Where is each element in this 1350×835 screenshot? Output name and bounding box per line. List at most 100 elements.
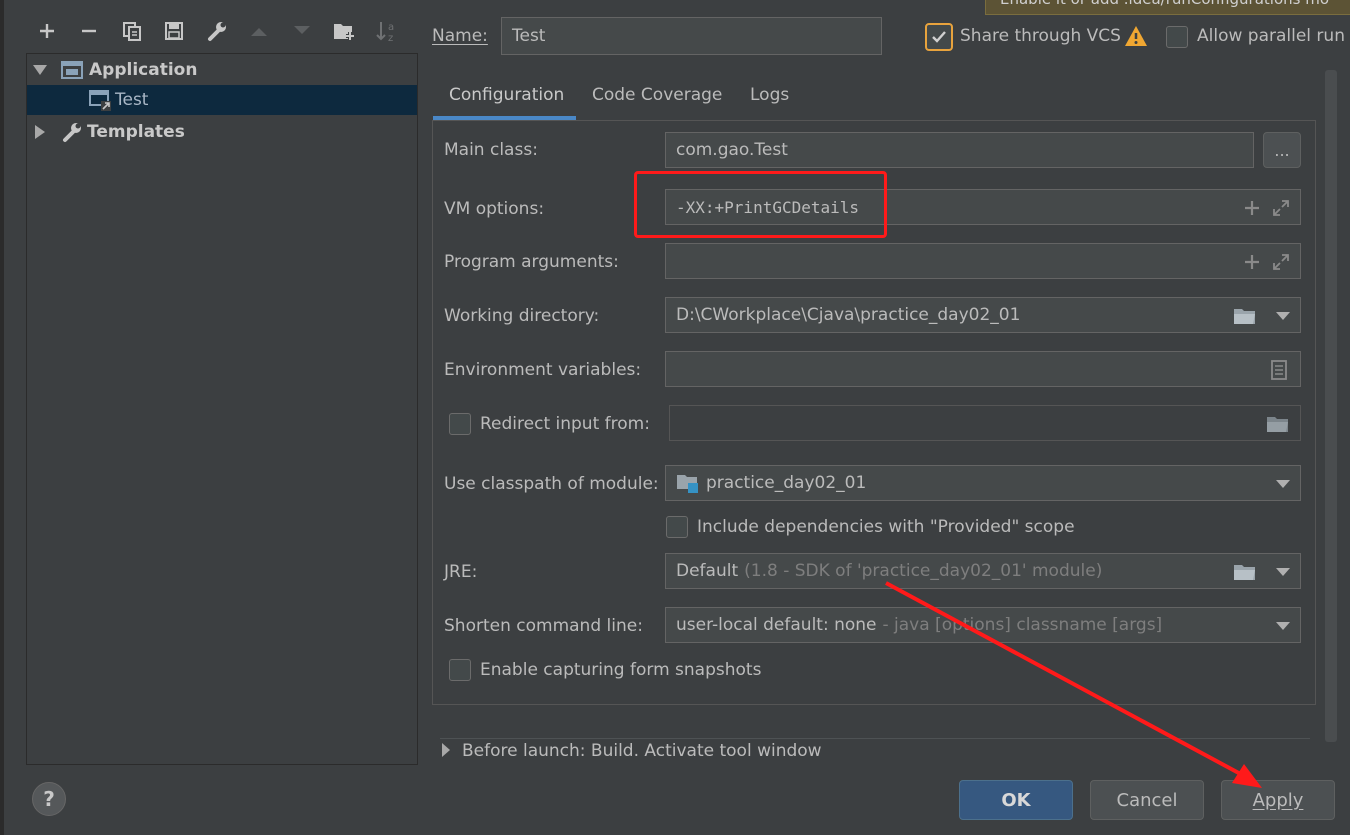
jre-dropdown-button[interactable] (1266, 553, 1301, 589)
browse-main-class-button[interactable]: ... (1263, 132, 1301, 168)
program-args-label: Program arguments: (444, 252, 619, 272)
ok-button[interactable]: OK (959, 780, 1073, 820)
redirect-input-field[interactable] (669, 405, 1301, 441)
application-icon (61, 61, 83, 79)
shorten-cmd-select[interactable]: user-local default: none - java [options… (665, 607, 1301, 643)
add-icon[interactable] (1243, 199, 1261, 217)
jre-select[interactable]: Default (1.8 - SDK of 'practice_day02_01… (665, 553, 1267, 589)
folder-icon[interactable] (1266, 414, 1290, 434)
new-folder-icon (334, 24, 354, 40)
tab-label: Logs (750, 85, 790, 105)
classpath-value: practice_day02_01 (706, 473, 867, 493)
help-button[interactable]: ? (32, 782, 66, 816)
copy-configuration-button[interactable] (119, 18, 145, 44)
wrench-icon (63, 123, 81, 142)
redirect-input-label: Redirect input from: (480, 414, 650, 434)
folder-icon[interactable] (1233, 306, 1257, 326)
collapsed-arrow-icon (35, 125, 45, 139)
main-class-label: Main class: (444, 140, 538, 160)
edit-defaults-button[interactable] (204, 18, 230, 44)
env-vars-label: Environment variables: (444, 360, 642, 380)
capture-snapshots-label: Enable capturing form snapshots (480, 660, 762, 680)
tree-node-templates[interactable]: Templates (27, 117, 417, 147)
run-config-icon (89, 90, 111, 111)
tree-node-application[interactable]: Application (27, 55, 417, 85)
tab-code-coverage[interactable]: Code Coverage (580, 72, 730, 120)
include-deps-label: Include dependencies with "Provided" sco… (697, 517, 1075, 537)
vcs-tooltip-text: Enable it or add .idea/runConfigurations… (1000, 0, 1329, 8)
chevron-down-icon (1276, 568, 1290, 576)
add-icon[interactable] (1243, 253, 1261, 271)
tab-configuration[interactable]: Configuration (433, 72, 576, 120)
ok-label: OK (1001, 789, 1031, 811)
before-launch-label: Before launch: Build. Activate tool wind… (462, 741, 822, 761)
vm-options-label: VM options: (444, 199, 545, 219)
main-class-input[interactable]: com.gao.Test (665, 132, 1254, 168)
tree-label-test: Test (115, 90, 149, 110)
svg-text:a: a (388, 22, 394, 33)
env-vars-input[interactable] (665, 351, 1301, 387)
window-edge (0, 0, 4, 835)
redirect-input-checkbox[interactable] (449, 413, 471, 435)
main-class-value: com.gao.Test (676, 140, 788, 160)
expand-icon[interactable] (1271, 252, 1291, 272)
allow-parallel-label: Allow parallel run (1197, 26, 1345, 46)
allow-parallel-checkbox[interactable] (1166, 26, 1188, 48)
scrollbar[interactable] (1325, 70, 1337, 742)
working-dir-value: D:\CWorkplace\Cjava\practice_day02_01 (676, 305, 1021, 325)
program-args-input[interactable] (665, 243, 1301, 279)
arrow-down-icon (294, 26, 310, 34)
working-dir-input[interactable]: D:\CWorkplace\Cjava\practice_day02_01 (665, 297, 1267, 333)
minus-icon (82, 29, 96, 33)
name-label: Name: (432, 26, 488, 46)
module-folder-icon (677, 475, 698, 493)
vcs-tooltip: Enable it or add .idea/runConfigurations… (985, 0, 1350, 15)
shorten-cmd-hint: - java [options] classname [args] (882, 615, 1163, 635)
working-dir-label: Working directory: (444, 306, 600, 326)
wrench-icon (208, 22, 226, 41)
tab-label: Configuration (449, 85, 565, 105)
help-icon: ? (43, 787, 55, 811)
add-configuration-button[interactable] (34, 18, 60, 44)
create-folder-button[interactable] (332, 18, 358, 44)
save-icon (165, 22, 183, 40)
document-icon[interactable] (1270, 360, 1288, 380)
sort-icon: az (376, 22, 394, 43)
svg-text:z: z (388, 33, 393, 43)
expanded-arrow-icon (33, 65, 47, 75)
tab-label: Code Coverage (592, 85, 723, 105)
configuration-tree: Application Test Templates (26, 53, 418, 765)
classpath-module-select[interactable]: practice_day02_01 (665, 465, 1301, 501)
before-launch-section[interactable]: Before launch: Build. Activate tool wind… (440, 738, 1310, 767)
tree-label-templates: Templates (87, 122, 185, 142)
browse-label: ... (1274, 140, 1290, 160)
expand-icon[interactable] (1271, 198, 1291, 218)
chevron-down-icon (1276, 312, 1290, 320)
apply-button[interactable]: Apply (1221, 780, 1335, 820)
cancel-button[interactable]: Cancel (1090, 780, 1204, 820)
jre-label: JRE: (444, 562, 478, 582)
chevron-down-icon (1276, 480, 1290, 488)
sort-button[interactable]: az (374, 18, 400, 44)
arrow-up-icon (251, 28, 267, 36)
name-input[interactable]: Test (501, 17, 882, 55)
collapsed-arrow-icon (442, 743, 450, 757)
chevron-down-icon (1276, 622, 1290, 630)
tree-node-test[interactable]: Test (27, 85, 417, 115)
annotation-highlight-box (634, 171, 887, 238)
copy-icon (123, 22, 141, 41)
folder-icon[interactable] (1233, 562, 1257, 582)
save-configuration-button[interactable] (161, 18, 187, 44)
remove-configuration-button[interactable] (76, 18, 102, 44)
include-deps-checkbox[interactable] (666, 516, 688, 538)
plus-icon (40, 24, 54, 38)
checkmark-icon (932, 31, 946, 43)
name-input-value: Test (512, 26, 546, 46)
warning-icon (1125, 26, 1147, 46)
share-vcs-checkbox[interactable] (925, 23, 953, 51)
move-down-button[interactable] (289, 18, 315, 44)
working-dir-dropdown-button[interactable] (1266, 297, 1301, 333)
tab-logs[interactable]: Logs (738, 72, 808, 120)
move-up-button[interactable] (246, 18, 272, 44)
capture-snapshots-checkbox[interactable] (449, 659, 471, 681)
